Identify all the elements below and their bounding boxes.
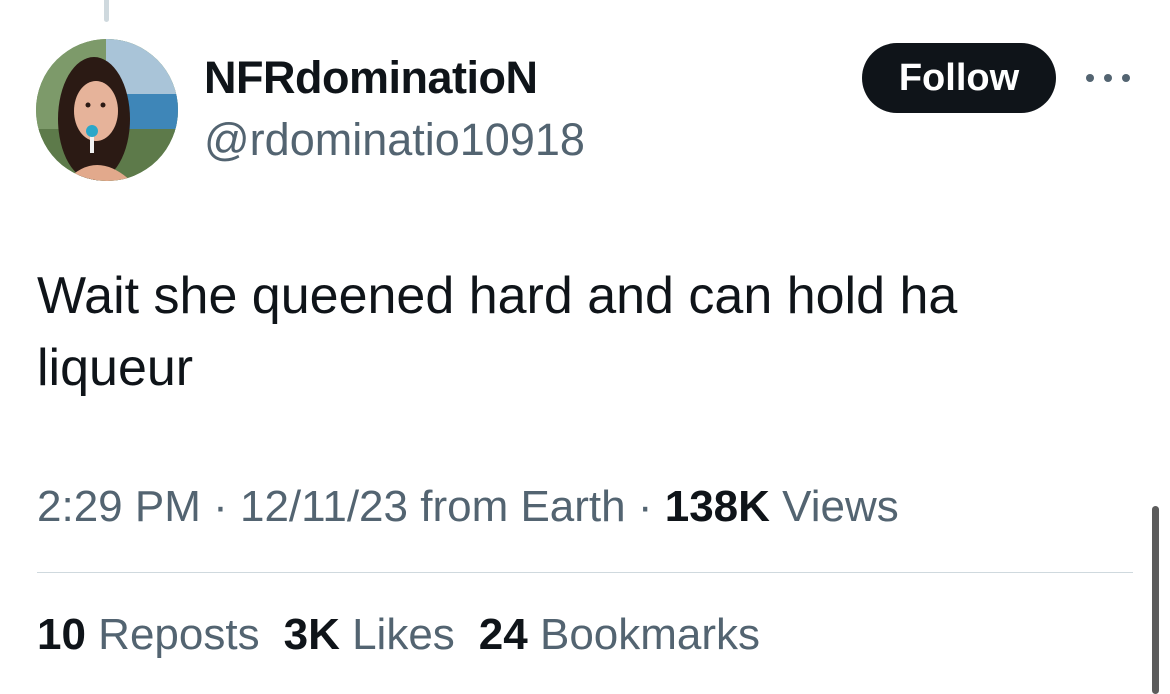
display-name[interactable]: NFRdominatioN xyxy=(204,52,538,104)
tweet-detail: NFRdominatioN @rdominatio10918 Follow Wa… xyxy=(0,0,1170,694)
more-horizontal-icon[interactable] xyxy=(1086,70,1130,86)
bookmarks-count: 24 xyxy=(478,610,528,659)
reposts-label: Reposts xyxy=(85,610,260,659)
user-handle[interactable]: @rdominatio10918 xyxy=(204,114,585,166)
profile-photo xyxy=(36,39,178,181)
views-count: 138K xyxy=(664,482,770,531)
scrollbar[interactable] xyxy=(1152,506,1159,694)
likes-label: Likes xyxy=(339,610,455,659)
separator: · xyxy=(200,482,240,531)
tweet-date[interactable]: 12/11/23 xyxy=(240,482,408,531)
avatar[interactable] xyxy=(36,39,178,181)
tweet-text: Wait she queened hard and can hold ha li… xyxy=(37,267,958,397)
likes-count: 3K xyxy=(283,610,340,659)
tweet-meta: 2:29 PM · 12/11/23 from Earth · 138K Vie… xyxy=(37,482,899,532)
tweet-source: from Earth xyxy=(408,482,626,531)
dot xyxy=(1086,74,1094,82)
dot xyxy=(1122,74,1130,82)
reposts-count: 10 xyxy=(37,610,86,659)
divider xyxy=(37,572,1133,573)
tweet-time[interactable]: 2:29 PM xyxy=(37,482,201,531)
dot xyxy=(1104,74,1112,82)
bookmarks-label: Bookmarks xyxy=(527,610,761,659)
follow-button[interactable]: Follow xyxy=(862,43,1056,113)
engagement-stats: 10 Reposts 3K Likes 24 Bookmarks xyxy=(37,610,760,660)
likes-stat[interactable]: 3K Likes xyxy=(284,610,455,660)
separator: · xyxy=(625,482,665,531)
bookmarks-stat[interactable]: 24 Bookmarks xyxy=(479,610,760,660)
thread-connector-line xyxy=(104,0,109,22)
views-label: Views xyxy=(769,482,899,531)
reposts-stat[interactable]: 10 Reposts xyxy=(37,610,260,660)
